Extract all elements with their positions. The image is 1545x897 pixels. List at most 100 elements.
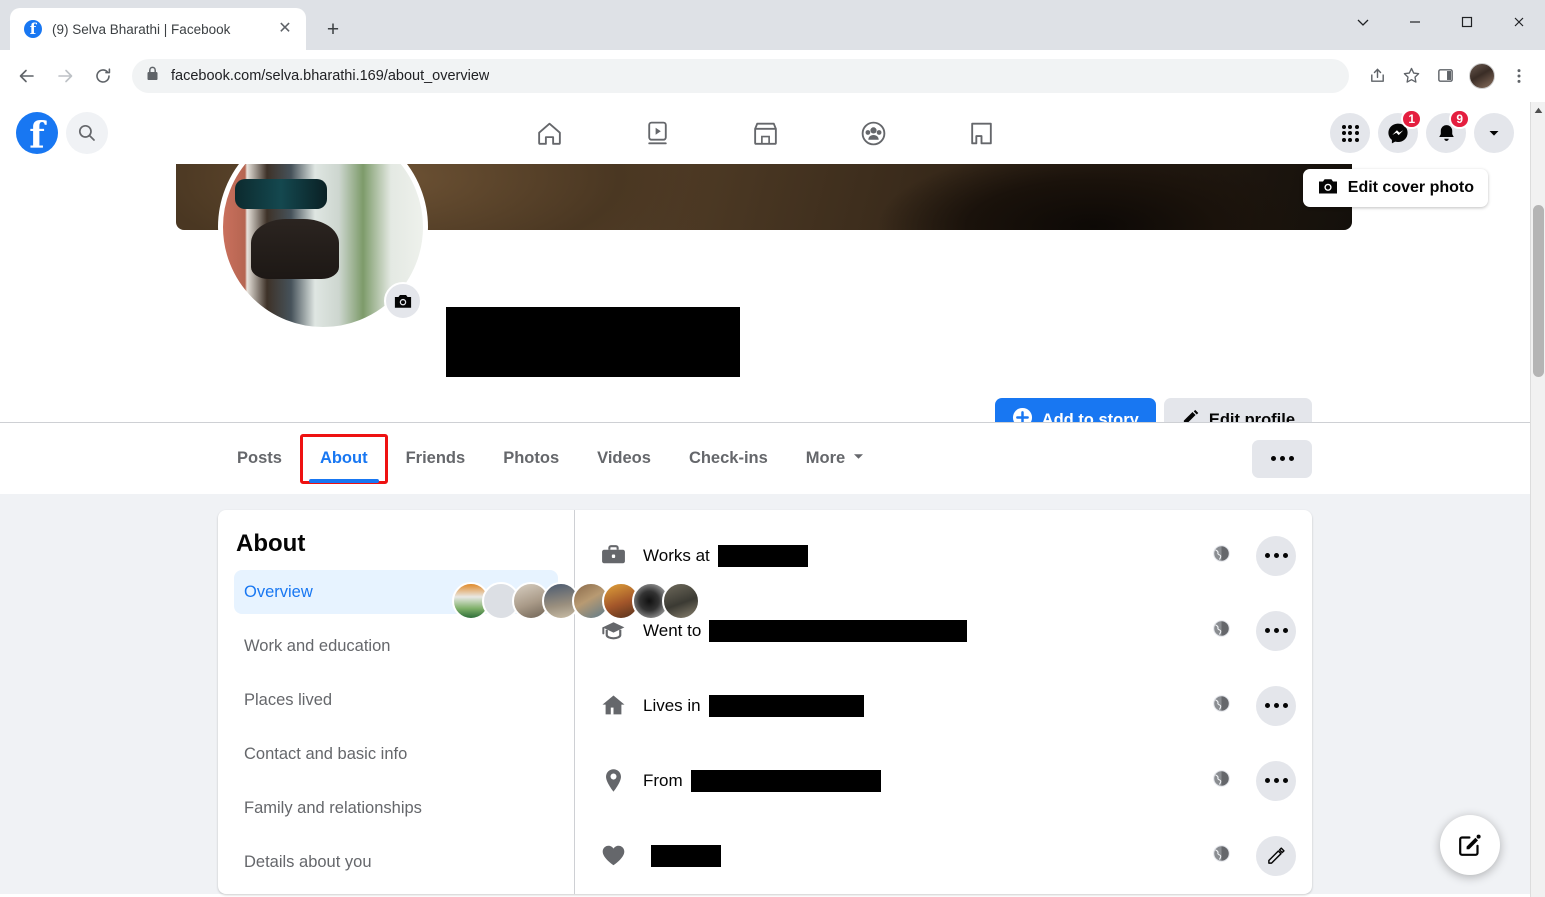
ellipsis-icon: [1264, 703, 1288, 708]
browser-profile-avatar[interactable]: [1469, 62, 1495, 89]
browser-menu-icon[interactable]: [1503, 60, 1535, 92]
tab-friends-label: Friends: [405, 449, 466, 467]
ellipsis-icon: [1264, 628, 1288, 633]
close-window-icon[interactable]: [1493, 0, 1545, 44]
messenger-icon[interactable]: 1: [1378, 109, 1422, 153]
notifications-bell-icon[interactable]: 9: [1426, 109, 1470, 153]
about-heading: About: [236, 530, 306, 557]
went-to-label: Went to: [643, 620, 702, 640]
tab-videos[interactable]: Videos: [578, 423, 670, 494]
public-globe-icon: [1212, 544, 1234, 568]
nav-watch-icon[interactable]: [632, 110, 682, 156]
tab-check-ins[interactable]: Check-ins: [670, 423, 787, 494]
camera-icon: [1317, 176, 1339, 201]
browser-titlebar: f (9) Selva Bharathi | Facebook ✕ +: [0, 0, 1545, 50]
info-row-text: [643, 844, 1196, 867]
tab-photos-label: Photos: [503, 449, 560, 467]
sidebar-item-family-and-relationships[interactable]: Family and relationships: [234, 786, 558, 830]
row-more-options-button[interactable]: [1256, 535, 1296, 576]
address-bar[interactable]: facebook.com/selva.bharathi.169/about_ov…: [132, 58, 1349, 93]
list-item[interactable]: [662, 582, 700, 620]
tab-posts[interactable]: Posts: [218, 423, 301, 494]
toolbar-right-actions: [1361, 60, 1535, 92]
minimize-icon[interactable]: [1389, 0, 1441, 44]
sidebar-item-label: Places lived: [244, 690, 333, 709]
share-icon[interactable]: [1361, 60, 1393, 92]
row-edit-button[interactable]: [1256, 835, 1296, 876]
about-sidebar: About Overview Work and education Places…: [218, 510, 575, 894]
tab-more[interactable]: More: [787, 423, 884, 494]
browser-window: f (9) Selva Bharathi | Facebook ✕ + face…: [0, 0, 1545, 897]
tab-photos[interactable]: Photos: [484, 423, 578, 494]
back-icon[interactable]: [10, 59, 44, 93]
tab-title: (9) Selva Bharathi | Facebook: [52, 21, 231, 37]
facebook-page: f 1 9 Edit cover photo Add to story Edit…: [0, 102, 1530, 897]
public-globe-icon: [1212, 844, 1234, 868]
profile-header: Add to story Edit profile: [0, 122, 1530, 620]
tab-search-icon[interactable]: [1337, 0, 1389, 44]
messenger-badge: 1: [1401, 109, 1422, 129]
nav-home-icon[interactable]: [524, 110, 574, 156]
reload-icon[interactable]: [86, 59, 120, 93]
profile-tabs-row: Posts About Friends Photos Videos Check-…: [0, 422, 1530, 494]
ellipsis-icon: [1264, 553, 1288, 558]
friend-avatars-row: [452, 582, 700, 620]
page-viewport: f 1 9 Edit cover photo Add to story Edit…: [0, 102, 1545, 897]
nav-marketplace-icon[interactable]: [740, 110, 790, 156]
works-at-value-redacted: [717, 544, 808, 567]
list-item: Works at: [599, 518, 1296, 593]
tab-videos-label: Videos: [597, 449, 651, 467]
nav-gaming-icon[interactable]: [956, 110, 1006, 156]
forward-icon[interactable]: [48, 59, 82, 93]
sidebar-item-label: Overview: [244, 582, 313, 601]
scrollbar-thumb[interactable]: [1533, 205, 1544, 377]
edit-cover-photo-button[interactable]: Edit cover photo: [1302, 169, 1488, 207]
row-more-options-button[interactable]: [1256, 760, 1296, 801]
location-pin-icon: [599, 767, 627, 794]
info-row-text: Went to: [643, 619, 1196, 642]
list-item: Lives in: [599, 668, 1296, 743]
tab-about[interactable]: About: [299, 433, 388, 484]
facebook-favicon-icon: f: [24, 20, 42, 38]
profile-name-redacted: [446, 307, 740, 377]
heart-icon: [599, 842, 627, 869]
side-panel-icon[interactable]: [1429, 60, 1461, 92]
sidebar-item-label: Family and relationships: [244, 798, 422, 817]
from-value-redacted: [690, 769, 881, 792]
facebook-logo-icon[interactable]: f: [16, 112, 58, 154]
sidebar-item-details-about-you[interactable]: Details about you: [234, 840, 558, 884]
account-chevron-down-icon[interactable]: [1474, 113, 1514, 153]
facebook-nav-items: [524, 110, 1006, 156]
search-icon[interactable]: [66, 112, 108, 154]
compose-message-button[interactable]: [1440, 815, 1500, 875]
tab-friends[interactable]: Friends: [387, 423, 485, 494]
page-scrollbar[interactable]: [1530, 102, 1545, 897]
row-more-options-button[interactable]: [1256, 685, 1296, 726]
new-tab-button[interactable]: +: [318, 15, 348, 45]
update-profile-picture-icon[interactable]: [384, 282, 422, 320]
browser-tab[interactable]: f (9) Selva Bharathi | Facebook ✕: [10, 8, 306, 50]
maximize-icon[interactable]: [1441, 0, 1493, 44]
sidebar-item-contact-and-basic-info[interactable]: Contact and basic info: [234, 732, 558, 776]
chevron-down-icon: [852, 449, 865, 468]
sidebar-item-work-and-education[interactable]: Work and education: [234, 624, 558, 668]
bookmark-star-icon[interactable]: [1395, 60, 1427, 92]
lives-in-value-redacted: [708, 694, 864, 717]
tab-more-label: More: [805, 449, 846, 467]
about-content: Works at Went to Lives in From: [575, 510, 1312, 894]
briefcase-icon: [599, 542, 627, 569]
sidebar-item-places-lived[interactable]: Places lived: [234, 678, 558, 722]
info-row-text: Works at: [643, 544, 1196, 567]
scroll-up-arrow-icon[interactable]: [1531, 102, 1545, 119]
home-icon: [599, 692, 627, 719]
menu-grid-icon[interactable]: [1330, 113, 1370, 153]
list-item: Went to: [599, 593, 1296, 668]
nav-groups-icon[interactable]: [848, 110, 898, 156]
ellipsis-icon: [1264, 778, 1288, 783]
went-to-value-redacted: [709, 619, 968, 642]
facebook-top-nav: f 1 9: [0, 102, 1530, 164]
row-more-options-button[interactable]: [1256, 610, 1296, 651]
profile-more-options-button[interactable]: [1252, 439, 1312, 478]
lives-in-label: Lives in: [643, 695, 701, 715]
close-tab-icon[interactable]: ✕: [274, 18, 296, 40]
